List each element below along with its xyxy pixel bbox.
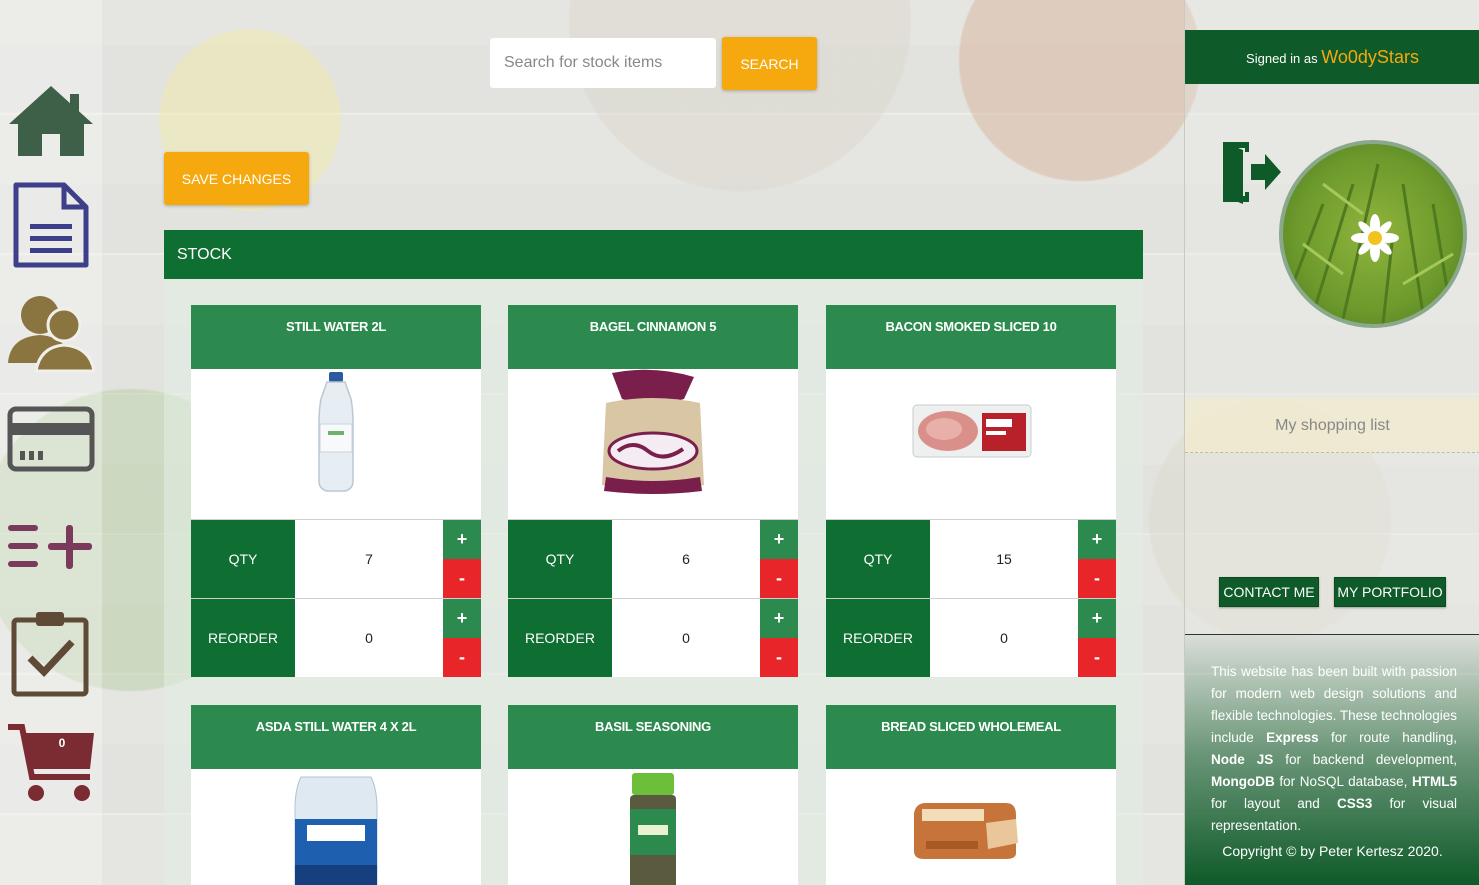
footer-description: This website has been built with passion…: [1211, 664, 1457, 833]
qty-label: QTY: [826, 520, 930, 598]
qty-value[interactable]: 7: [295, 520, 443, 598]
bread-loaf-image: [826, 769, 1116, 885]
reorder-row: REORDER 0 + -: [826, 598, 1116, 677]
username[interactable]: Wo0dyStars: [1321, 47, 1419, 67]
stock-card: BASIL SEASONING: [508, 705, 798, 885]
home-icon[interactable]: [6, 78, 96, 168]
reorder-plus-button[interactable]: +: [1078, 599, 1116, 638]
footer: This website has been built with passion…: [1185, 634, 1479, 885]
item-name: BAGEL CINNAMON 5: [508, 305, 798, 369]
qty-row: QTY 15 + -: [826, 519, 1116, 598]
save-changes-button[interactable]: SAVE CHANGES: [164, 152, 309, 205]
shopping-list-panel[interactable]: My shopping list: [1185, 398, 1479, 453]
copyright: Copyright © by Peter Kertesz 2020.: [1222, 843, 1443, 859]
reorder-plus-button[interactable]: +: [443, 599, 481, 638]
search-button[interactable]: SEARCH: [722, 37, 817, 90]
right-sidebar: Signed in as Wo0dyStars My shopping list…: [1184, 0, 1479, 885]
stock-card: BREAD SLICED WHOLEMEAL: [826, 705, 1116, 885]
contact-me-button[interactable]: CONTACT ME: [1219, 577, 1319, 607]
qty-label: QTY: [508, 520, 612, 598]
reorder-plus-button[interactable]: +: [760, 599, 798, 638]
qty-row: QTY 7 + -: [191, 519, 481, 598]
reorder-label: REORDER: [826, 599, 930, 677]
qty-minus-button[interactable]: -: [760, 559, 798, 598]
cart-count-badge: 0: [58, 736, 66, 750]
stock-card: BAGEL CINNAMON 5 QTY 6 + - REORDER 0 + -: [508, 305, 798, 677]
stock-card: BACON SMOKED SLICED 10 QTY 15 + - REORDE…: [826, 305, 1116, 677]
signed-in-bar: Signed in as Wo0dyStars: [1185, 30, 1479, 84]
bagel-bag-image: [508, 369, 798, 519]
qty-plus-button[interactable]: +: [760, 520, 798, 559]
qty-minus-button[interactable]: -: [443, 559, 481, 598]
water-multipack-image: [191, 769, 481, 885]
logout-icon[interactable]: [1219, 138, 1283, 206]
main-content: SEARCH SAVE CHANGES STOCK STILL WATER 2L…: [102, 0, 1184, 885]
qty-value[interactable]: 6: [612, 520, 760, 598]
reorder-row: REORDER 0 + -: [508, 598, 798, 677]
search-input[interactable]: [490, 38, 716, 88]
clipboard-check-icon[interactable]: [6, 608, 96, 698]
qty-value[interactable]: 15: [930, 520, 1078, 598]
users-icon[interactable]: [6, 285, 96, 375]
qty-label: QTY: [191, 520, 295, 598]
qty-plus-button[interactable]: +: [1078, 520, 1116, 559]
add-list-icon[interactable]: [6, 503, 96, 593]
reorder-value[interactable]: 0: [295, 599, 443, 677]
reorder-minus-button[interactable]: -: [443, 638, 481, 677]
reorder-label: REORDER: [508, 599, 612, 677]
stock-header: STOCK: [164, 230, 1143, 279]
my-portfolio-button[interactable]: MY PORTFOLIO: [1334, 577, 1446, 607]
left-nav: 0: [0, 0, 102, 885]
card-icon[interactable]: [6, 395, 96, 485]
item-name: BASIL SEASONING: [508, 705, 798, 769]
avatar: [1279, 140, 1467, 328]
stock-grid: STILL WATER 2L QTY 7 + - REORDER 0 + - B…: [164, 279, 1143, 885]
reorder-minus-button[interactable]: -: [760, 638, 798, 677]
water-bottle-image: [191, 369, 481, 519]
item-name: BACON SMOKED SLICED 10: [826, 305, 1116, 369]
reorder-minus-button[interactable]: -: [1078, 638, 1116, 677]
item-name: STILL WATER 2L: [191, 305, 481, 369]
reorder-row: REORDER 0 + -: [191, 598, 481, 677]
stock-card: ASDA STILL WATER 4 X 2L: [191, 705, 481, 885]
reorder-value[interactable]: 0: [930, 599, 1078, 677]
cart-icon[interactable]: [6, 715, 96, 805]
qty-row: QTY 6 + -: [508, 519, 798, 598]
item-name: ASDA STILL WATER 4 X 2L: [191, 705, 481, 769]
document-icon[interactable]: [6, 180, 96, 270]
item-name: BREAD SLICED WHOLEMEAL: [826, 705, 1116, 769]
bacon-pack-image: [826, 369, 1116, 519]
qty-minus-button[interactable]: -: [1078, 559, 1116, 598]
signed-in-prefix: Signed in as: [1246, 51, 1318, 66]
reorder-value[interactable]: 0: [612, 599, 760, 677]
reorder-label: REORDER: [191, 599, 295, 677]
stock-card: STILL WATER 2L QTY 7 + - REORDER 0 + -: [191, 305, 481, 677]
qty-plus-button[interactable]: +: [443, 520, 481, 559]
basil-jar-image: [508, 769, 798, 885]
